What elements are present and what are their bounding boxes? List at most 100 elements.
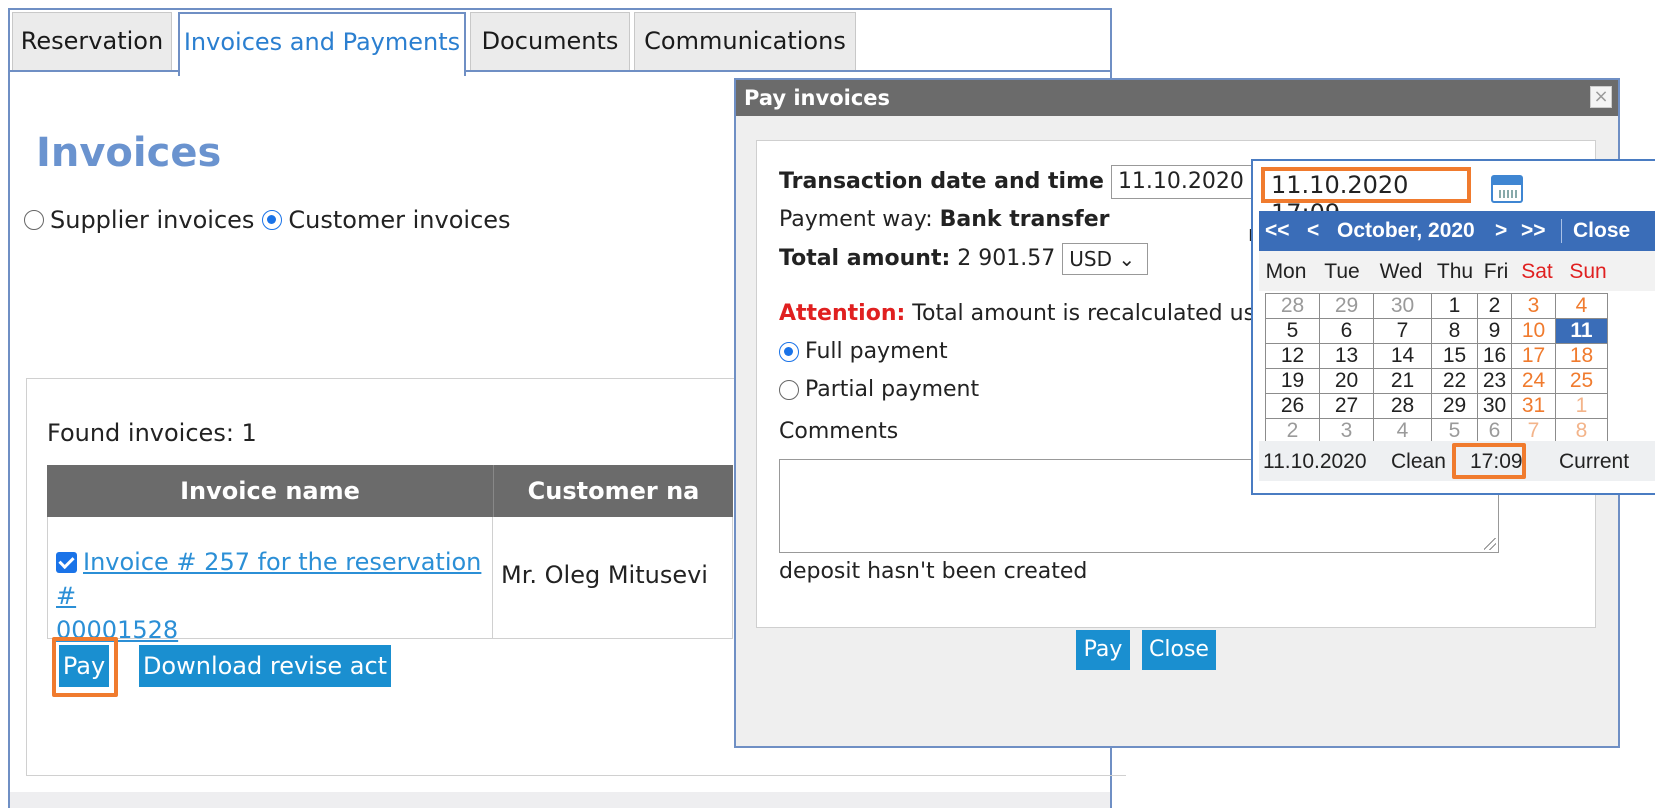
partial-payment-radio[interactable]	[779, 379, 799, 400]
calendar-week-row: 2345678	[1265, 418, 1608, 444]
time-highlight	[1452, 443, 1526, 479]
calendar-day[interactable]: 21	[1373, 368, 1432, 394]
attention-label: Attention:	[779, 301, 906, 326]
dialog-pay-button[interactable]: Pay	[1076, 630, 1130, 670]
calendar-day[interactable]: 29	[1431, 393, 1478, 419]
calendar-day[interactable]: 5	[1265, 318, 1320, 344]
dialog-close-button[interactable]: Close	[1142, 630, 1216, 670]
calendar-day[interactable]: 4	[1555, 293, 1608, 319]
calendar-day[interactable]: 16	[1477, 343, 1512, 369]
invoice-link[interactable]: Invoice # 257 for the reservation #	[56, 548, 481, 610]
comments-label: Comments	[779, 419, 899, 444]
calendar-day[interactable]: 2	[1265, 418, 1320, 444]
customer-name-cell: Mr. Oleg Mitusevi	[493, 517, 733, 639]
calendar-day[interactable]: 7	[1373, 318, 1432, 344]
footer-date[interactable]: 11.10.2020	[1263, 450, 1367, 474]
chevron-down-icon: ⌄	[1118, 247, 1136, 271]
pay-button-highlight	[52, 637, 118, 697]
calendar-day[interactable]: 1	[1431, 293, 1478, 319]
invoice-type-radio-group: Supplier invoices Customer invoices	[24, 206, 511, 234]
customer-invoices-radio[interactable]	[262, 210, 283, 230]
tab-documents[interactable]: Documents	[470, 12, 630, 70]
supplier-invoices-label[interactable]: Supplier invoices	[50, 206, 254, 234]
dow-tue: Tue	[1324, 260, 1360, 283]
calendar-close-button[interactable]: Close	[1573, 211, 1630, 251]
calendar-day[interactable]: 26	[1265, 393, 1320, 419]
currency-select[interactable]: USD ⌄	[1062, 243, 1149, 275]
date-picker-input[interactable]: 11.10.2020 17:09	[1261, 167, 1471, 227]
tab-reservation[interactable]: Reservation	[12, 12, 172, 70]
calendar-day[interactable]: 27	[1319, 393, 1374, 419]
calendar-day[interactable]: 3	[1511, 293, 1556, 319]
download-revise-act-button[interactable]: Download revise act	[139, 645, 391, 687]
calendar-day[interactable]: 3	[1319, 418, 1374, 444]
calendar-week-row: 5 6 7 8 9 10 11	[1265, 318, 1608, 344]
calendar-day[interactable]: 8	[1431, 318, 1478, 344]
calendar-day[interactable]: 29	[1319, 293, 1374, 319]
full-payment-radio[interactable]	[779, 341, 799, 362]
calendar-day[interactable]: 30	[1477, 393, 1512, 419]
next-month-button[interactable]: >	[1495, 211, 1507, 251]
next-year-button[interactable]: >>	[1521, 211, 1546, 251]
calendar-day[interactable]: 22	[1431, 368, 1478, 394]
tab-invoices-and-payments[interactable]: Invoices and Payments	[178, 12, 466, 76]
calendar-day[interactable]: 13	[1319, 343, 1374, 369]
calendar-day[interactable]: 30	[1373, 293, 1432, 319]
partial-payment-label[interactable]: Partial payment	[805, 377, 979, 402]
calendar-day[interactable]: 6	[1477, 418, 1512, 444]
attention-text: Total amount is recalculated using	[912, 301, 1290, 326]
resize-handle-icon[interactable]	[1484, 538, 1496, 550]
header-separator	[1561, 219, 1562, 243]
total-amount-label: Total amount:	[779, 246, 951, 271]
calendar-day[interactable]: 1	[1555, 393, 1608, 419]
calendar-day[interactable]: 28	[1265, 293, 1320, 319]
calendar-day-selected[interactable]: 11	[1555, 318, 1608, 344]
tab-communications[interactable]: Communications	[634, 12, 856, 70]
calendar-day[interactable]: 8	[1555, 418, 1608, 444]
calendar-day[interactable]: 23	[1477, 368, 1512, 394]
found-invoices-count: Found invoices: 1	[47, 419, 257, 447]
clean-button[interactable]: Clean	[1391, 450, 1446, 474]
calendar-day[interactable]: 9	[1477, 318, 1512, 344]
calendar-day[interactable]: 24	[1511, 368, 1556, 394]
calendar-week-row: 19 20 21 22 23 24 25	[1265, 368, 1608, 394]
calendar-day[interactable]: 6	[1319, 318, 1374, 344]
calendar-day[interactable]: 25	[1555, 368, 1608, 394]
current-button[interactable]: Current	[1559, 450, 1629, 474]
dow-mon: Mon	[1265, 260, 1307, 283]
calendar-day[interactable]: 15	[1431, 343, 1478, 369]
calendar-day[interactable]: 31	[1511, 393, 1556, 419]
calendar-day[interactable]: 14	[1373, 343, 1432, 369]
full-payment-label[interactable]: Full payment	[805, 339, 948, 364]
day-of-week-row: Mon Tue Wed Thu Fri Sat Sun	[1259, 251, 1655, 291]
bottom-bar	[10, 792, 1110, 808]
calendar-icon[interactable]	[1491, 175, 1523, 203]
calendar-day[interactable]: 4	[1373, 418, 1432, 444]
date-picker: 11.10.2020 17:09 << < October, 2020 > >>…	[1251, 159, 1655, 495]
calendar-day[interactable]: 20	[1319, 368, 1374, 394]
calendar-day[interactable]: 18	[1555, 343, 1608, 369]
tab-strip-line	[10, 70, 1110, 72]
date-picker-header: << < October, 2020 > >> Close	[1259, 211, 1655, 251]
calendar-day[interactable]: 10	[1511, 318, 1556, 344]
calendar-day[interactable]: 19	[1265, 368, 1320, 394]
supplier-invoices-radio[interactable]	[24, 210, 44, 230]
customer-invoices-label[interactable]: Customer invoices	[288, 206, 510, 234]
calendar-day[interactable]: 17	[1511, 343, 1556, 369]
prev-month-button[interactable]: <	[1307, 211, 1319, 251]
calendar-day[interactable]: 5	[1431, 418, 1478, 444]
dow-sun: Sun	[1569, 260, 1607, 283]
month-label: October, 2020	[1337, 219, 1475, 242]
calendar-day[interactable]: 12	[1265, 343, 1320, 369]
dow-sat: Sat	[1521, 260, 1553, 283]
calendar-day[interactable]: 2	[1477, 293, 1512, 319]
prev-year-button[interactable]: <<	[1265, 211, 1290, 251]
invoice-checkbox[interactable]	[56, 552, 77, 573]
column-header-invoice-name: Invoice name	[47, 465, 493, 517]
dialog-close-icon[interactable]: ×	[1590, 86, 1612, 108]
calendar-day[interactable]: 7	[1511, 418, 1556, 444]
calendar-day[interactable]: 28	[1373, 393, 1432, 419]
currency-value: USD	[1069, 247, 1112, 271]
column-header-customer-name: Customer na	[493, 465, 733, 517]
calendar-week-row: 28 29 30 1 2 3 4	[1265, 293, 1608, 319]
